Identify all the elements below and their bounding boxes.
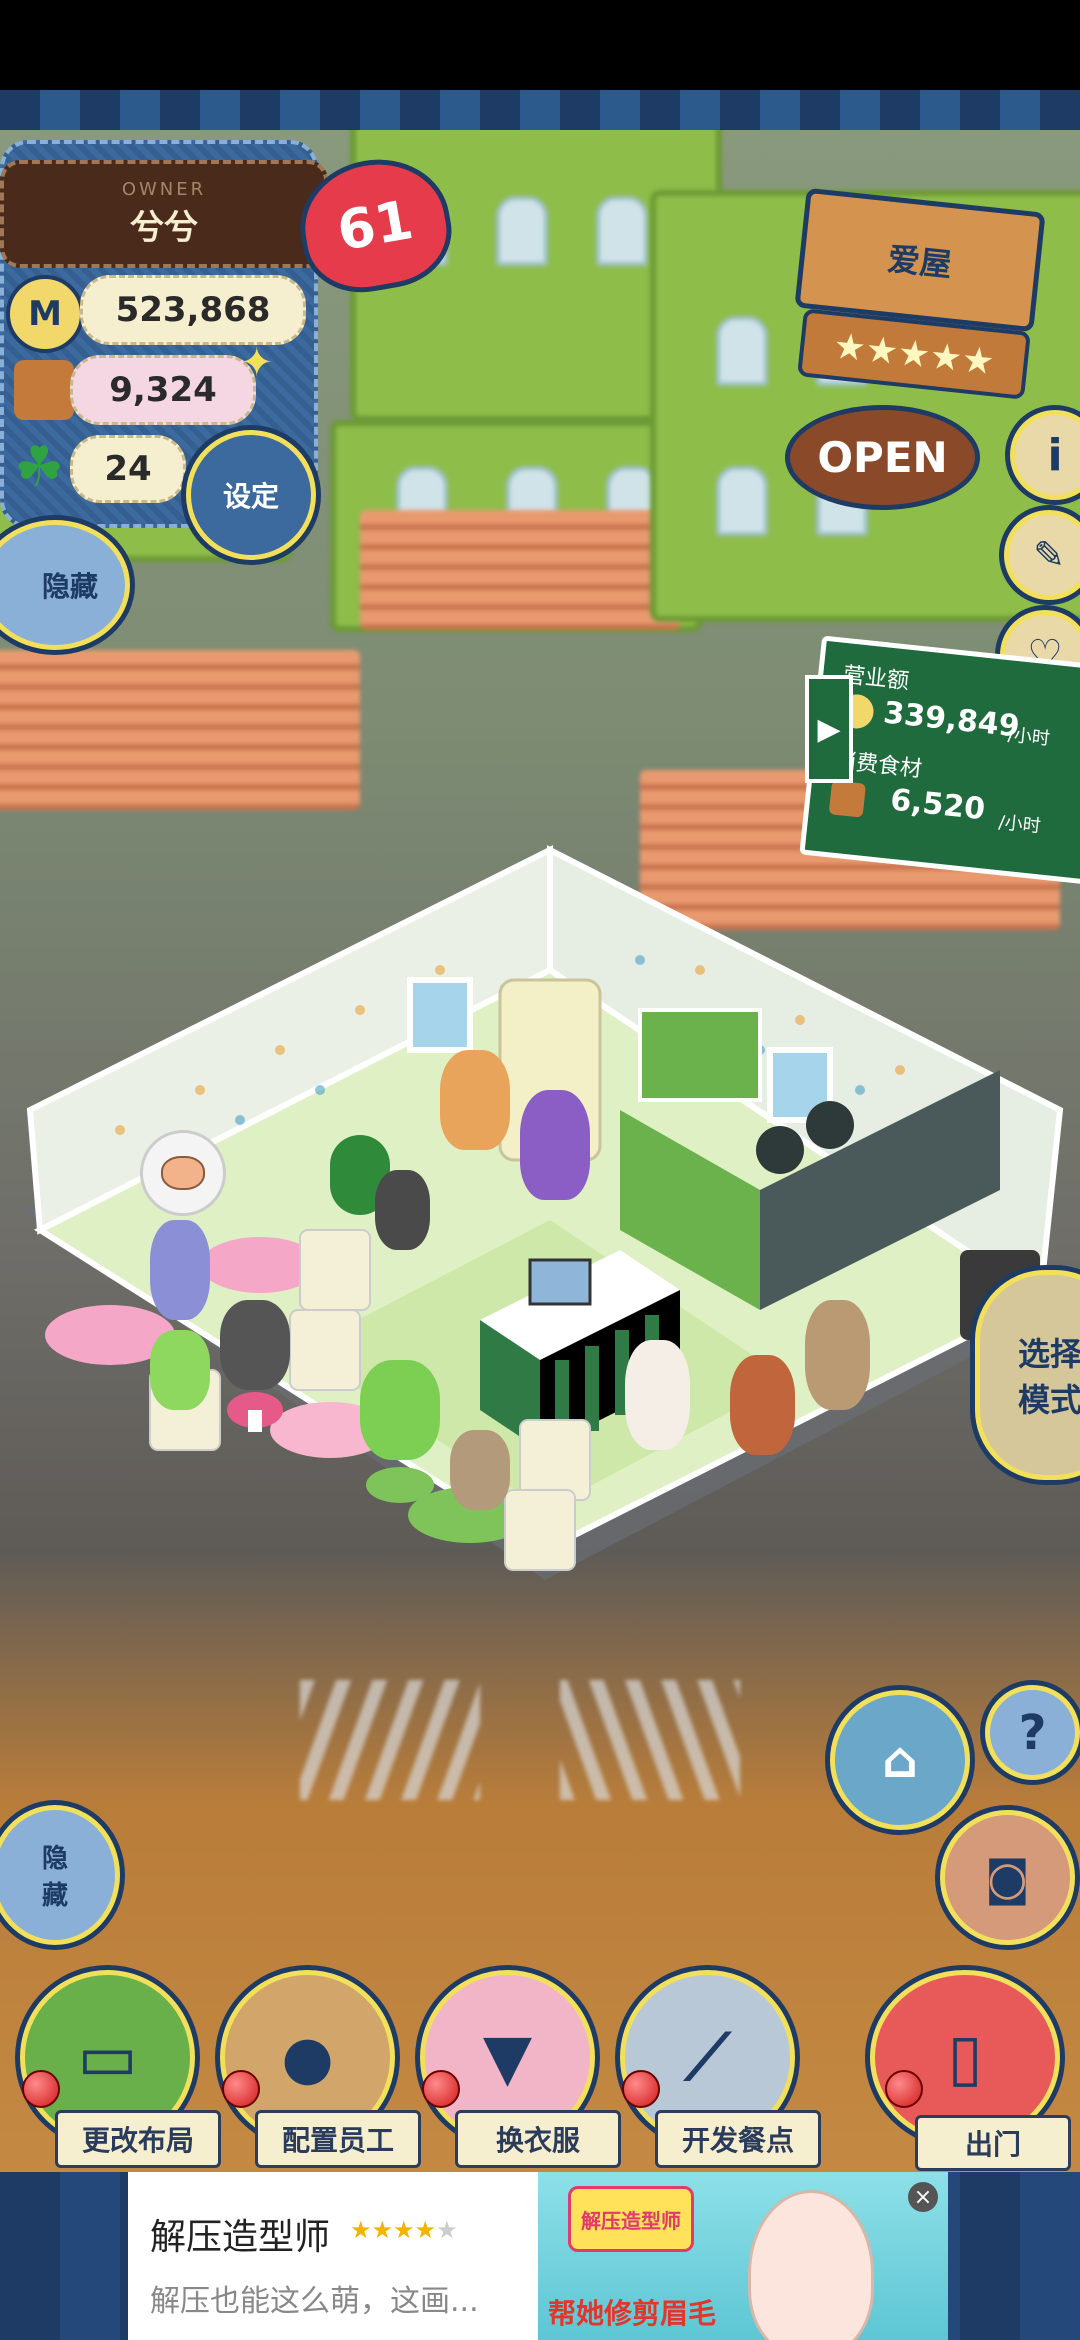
menu-label: 更改布局	[55, 2110, 221, 2168]
menu-label: 换衣服	[455, 2110, 621, 2168]
sparkle-icon: ✦	[240, 340, 274, 386]
bottom-menu: ▭ 更改布局 ● 配置员工 ▼ 换衣服 ⟋ 开发餐点 ▯ 出门	[0, 1970, 1080, 2180]
ingredient-basket-icon	[828, 780, 867, 818]
hide-bottom-label: 隐 藏	[41, 1844, 68, 1911]
customer-squirrel-character[interactable]	[450, 1430, 510, 1510]
coin-balance[interactable]: 523,868	[80, 275, 306, 345]
settings-button[interactable]: 设定	[186, 430, 316, 560]
staff-bear-character[interactable]	[805, 1300, 870, 1410]
customer-cat-character[interactable]	[150, 1330, 210, 1410]
shop-name: 爱屋	[885, 239, 954, 285]
ad-image[interactable]: 解压造型师 帮她修剪眉毛 ×	[538, 2172, 948, 2340]
clover-balance[interactable]: 24	[70, 435, 186, 503]
customer-fox-character[interactable]	[360, 1360, 440, 1460]
hide-top-label: 隐藏	[41, 570, 98, 603]
food-value: 6,520	[888, 782, 987, 828]
info-icon: i	[1047, 429, 1063, 481]
book-icon: ✎	[1033, 533, 1065, 577]
notification-pin	[222, 2070, 260, 2108]
open-sign[interactable]: OPEN	[785, 405, 980, 510]
pennant-banner	[0, 90, 1080, 130]
revenue-unit: /小时	[1006, 724, 1051, 750]
staff-rabbit-character[interactable]	[625, 1340, 690, 1450]
hat-icon: ⌂	[882, 1731, 918, 1789]
select-mode-button[interactable]: 选择 模式	[975, 1270, 1080, 1480]
owner-level: 61	[332, 187, 418, 263]
owner-nameplate[interactable]: OWNER 兮兮	[0, 160, 328, 268]
hat-button[interactable]: ⌂	[830, 1690, 970, 1830]
menu-label: 开发餐点	[655, 2110, 821, 2168]
owner-caption: OWNER	[121, 179, 207, 200]
notification-pin	[622, 2070, 660, 2108]
ingredient-balance[interactable]: 9,324	[70, 355, 256, 425]
notification-pin	[22, 2070, 60, 2108]
select-mode-label: 选择 模式	[1017, 1335, 1080, 1419]
customer-rabbit-character[interactable]	[150, 1220, 210, 1320]
coin-icon: M	[6, 275, 84, 353]
ad-subtitle: 解压也能这么萌，这画...	[150, 2284, 479, 2319]
customer-cat-character[interactable]	[220, 1300, 290, 1390]
camera-button[interactable]: ◙	[940, 1810, 1075, 1945]
bear-head-icon: ●	[281, 2022, 334, 2093]
settings-label: 设定	[222, 480, 279, 513]
help-button[interactable]: ?	[985, 1685, 1080, 1780]
knife-icon: ⟋	[685, 2020, 730, 2095]
ad-title: 解压造型师	[150, 2217, 331, 2258]
notification-pin	[422, 2070, 460, 2108]
camera-icon: ◙	[985, 1850, 1030, 1905]
status-bar	[0, 0, 1080, 90]
notification-pin	[885, 2070, 923, 2108]
ad-banner-text: 帮她修剪眉毛	[548, 2297, 717, 2330]
ad-rating-stars: ★★★★★	[350, 2216, 458, 2244]
ad-character-face	[748, 2190, 874, 2340]
thought-bubble	[140, 1130, 226, 1216]
staff-raccoon-character[interactable]	[730, 1355, 795, 1455]
owner-name: 兮兮	[130, 208, 198, 248]
revenue-value: 339,849	[881, 695, 1022, 745]
close-icon[interactable]: ×	[908, 2182, 938, 2212]
food-unit: /小时	[997, 811, 1042, 838]
ingredient-basket-icon	[14, 360, 74, 420]
customer-cat-character[interactable]	[375, 1170, 430, 1250]
menu-label: 出门	[915, 2115, 1071, 2171]
building-base	[0, 650, 360, 810]
staff-bear-character[interactable]	[440, 1050, 510, 1150]
ad-logo: 解压造型师	[568, 2186, 694, 2252]
table-icon: ▭	[77, 2020, 138, 2095]
stats-toggle-arrow[interactable]: ▶	[805, 675, 853, 783]
clover-icon: ☘	[14, 435, 65, 500]
open-sign-label: OPEN	[817, 433, 948, 482]
staff-rabbit-character[interactable]	[520, 1090, 590, 1200]
building-base	[360, 510, 680, 630]
question-icon: ?	[1018, 1704, 1047, 1761]
door-icon: ▯	[947, 2020, 983, 2095]
ad-banner[interactable]: 解压造型师 ★★★★★ 解压也能这么萌，这画... 解压造型师 帮她修剪眉毛 ×	[128, 2172, 948, 2340]
shirt-icon: ▼	[482, 2020, 533, 2095]
pig-face-icon	[161, 1156, 205, 1190]
menu-label: 配置员工	[255, 2110, 421, 2168]
